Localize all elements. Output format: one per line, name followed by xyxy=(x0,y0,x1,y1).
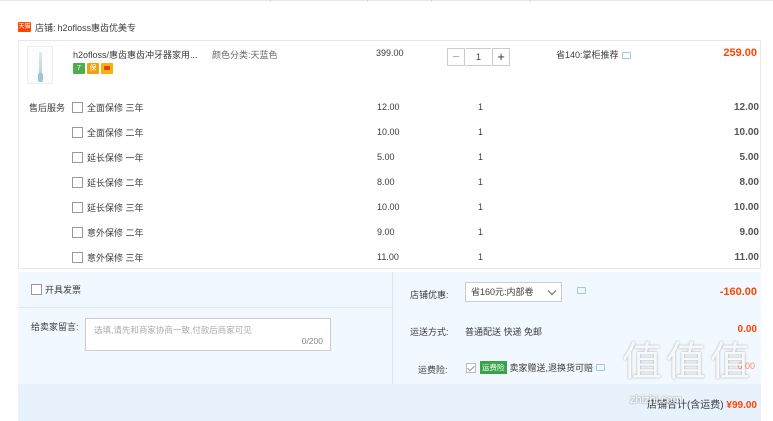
column-divider xyxy=(392,272,393,384)
service-checkbox[interactable] xyxy=(72,226,83,238)
product-sku: 颜色分类:天蓝色 xyxy=(212,50,278,60)
shop-promo-select[interactable]: 省160元:内部卷 xyxy=(465,282,562,302)
promo-selected-value: 省160元:内部卷 xyxy=(471,287,534,297)
service-price: 11.00 xyxy=(377,252,399,262)
chat-bubble-icon[interactable] xyxy=(621,52,631,59)
message-char-count: 0/200 xyxy=(301,336,323,346)
chat-bubble-icon[interactable] xyxy=(577,287,586,294)
service-row: 延长保修 一年 5.00 1 5.00 xyxy=(72,150,759,164)
quantity-stepper: − 1 + xyxy=(447,48,510,66)
service-row: 全面保修 二年 10.00 1 10.00 xyxy=(72,125,759,139)
invoice-checkbox[interactable] xyxy=(31,284,42,295)
shop-promo-label: 店铺优惠: xyxy=(410,290,449,300)
service-subtotal: 8.00 xyxy=(739,176,759,188)
service-price: 10.00 xyxy=(377,127,400,137)
service-row: 全面保修 三年 12.00 1 12.00 xyxy=(72,100,759,114)
insurance-badge: 运费险 xyxy=(480,361,507,374)
service-checkbox[interactable] xyxy=(72,176,83,188)
service-subtotal: 10.00 xyxy=(733,126,759,138)
product-service-icons: 7 保 xyxy=(73,63,113,74)
shop-name-link[interactable]: h2ofloss惠齿优美专 xyxy=(58,21,137,34)
service-quantity: 1 xyxy=(478,227,484,237)
service-checkbox[interactable] xyxy=(72,201,83,213)
insurance-text: 卖家赠送,退换货可赔 xyxy=(509,363,594,373)
service-price: 5.00 xyxy=(377,152,395,162)
message-placeholder: 选填,请先和商家协商一致,付款后商家可见 xyxy=(94,325,252,335)
tmall-badge-icon: 天猫 xyxy=(18,22,31,32)
service-subtotal: 10.00 xyxy=(733,201,759,213)
service-quantity: 1 xyxy=(478,252,484,262)
watermark-char: 值 xyxy=(666,339,706,385)
service-row: 延长保修 二年 8.00 1 8.00 xyxy=(72,175,759,189)
seller-message-input[interactable]: 选填,请先和商家协商一致,付款后商家可见 0/200 xyxy=(85,318,331,351)
watermark-char: 值 xyxy=(710,339,750,385)
service-quantity: 1 xyxy=(478,127,484,137)
insurance-label: 运费险: xyxy=(418,365,448,375)
watermark-url: zhizhi.com xyxy=(630,394,682,406)
guarantee-icon[interactable]: 保 xyxy=(87,63,99,74)
service-row: 意外保修 二年 9.00 1 9.00 xyxy=(72,225,759,239)
service-name: 延长保修 三年 xyxy=(87,202,144,213)
quantity-input[interactable]: 1 xyxy=(466,48,491,66)
service-quantity: 1 xyxy=(478,152,484,162)
service-name: 延长保修 二年 xyxy=(87,177,144,188)
shipping-label: 运送方式: xyxy=(410,327,449,337)
invoice-option[interactable]: 开具发票 xyxy=(31,283,81,296)
promo-amount: -160.00 xyxy=(719,286,757,298)
service-subtotal: 9.00 xyxy=(739,226,759,238)
discount-label: 省140:掌柜推荐 xyxy=(556,50,619,60)
service-subtotal: 5.00 xyxy=(739,151,759,163)
shop-total-amount: ¥99.00 xyxy=(726,400,757,411)
insurance-option: 运费险 卖家赠送,退换货可赔 xyxy=(466,361,606,374)
product-title-link[interactable]: h2ofloss/惠齿惠齿冲牙器家用... xyxy=(73,48,198,61)
product-thumbnail[interactable] xyxy=(27,46,53,84)
service-quantity: 1 xyxy=(478,202,484,212)
card-payment-icon[interactable] xyxy=(101,63,113,74)
service-checkbox[interactable] xyxy=(72,251,83,263)
service-name: 全面保修 三年 xyxy=(87,102,144,113)
service-name: 延长保修 一年 xyxy=(87,152,144,163)
service-checkbox[interactable] xyxy=(72,151,83,163)
service-row: 延长保修 三年 10.00 1 10.00 xyxy=(72,200,759,214)
chat-bubble-icon[interactable] xyxy=(596,364,606,371)
message-label: 给卖家留言: xyxy=(31,322,79,332)
insurance-checkbox[interactable] xyxy=(466,362,476,373)
row-divider xyxy=(18,307,392,308)
shipping-amount: 0.00 xyxy=(737,324,757,335)
shipping-method: 普通配送 快递 免邮 xyxy=(465,327,543,337)
discount-text: 省140:掌柜推荐 xyxy=(556,48,631,61)
service-checkbox[interactable] xyxy=(72,126,83,138)
quantity-decrease-button[interactable]: − xyxy=(447,48,465,66)
shop-header: 天猫 店铺: h2ofloss惠齿优美专 xyxy=(18,18,136,36)
service-quantity: 1 xyxy=(478,102,484,112)
service-row: 意外保修 三年 11.00 1 11.00 xyxy=(72,250,759,264)
service-price: 9.00 xyxy=(377,227,395,237)
service-price: 12.00 xyxy=(377,102,400,112)
service-quantity: 1 xyxy=(478,177,484,187)
top-border xyxy=(0,0,773,2)
chevron-down-icon xyxy=(547,286,557,296)
service-name: 意外保修 二年 xyxy=(87,227,144,238)
service-name: 意外保修 三年 xyxy=(87,252,144,263)
service-checkbox[interactable] xyxy=(72,101,83,113)
service-subtotal: 11.00 xyxy=(734,251,759,263)
watermark-char: 值 xyxy=(622,339,662,385)
watermark-logo: 值 值 值 xyxy=(622,340,750,384)
service-price: 8.00 xyxy=(377,177,395,187)
service-name: 全面保修 二年 xyxy=(87,127,144,138)
quantity-increase-button[interactable]: + xyxy=(492,48,510,66)
item-subtotal: 259.00 xyxy=(723,47,757,59)
service-subtotal: 12.00 xyxy=(733,101,759,113)
service-price: 10.00 xyxy=(377,202,400,212)
after-sales-label: 售后服务 xyxy=(29,103,66,113)
seven-day-return-icon[interactable]: 7 xyxy=(73,63,85,74)
shop-label: 店铺: xyxy=(35,22,56,33)
invoice-label: 开具发票 xyxy=(45,285,82,295)
unit-price: 399.00 xyxy=(376,48,404,58)
